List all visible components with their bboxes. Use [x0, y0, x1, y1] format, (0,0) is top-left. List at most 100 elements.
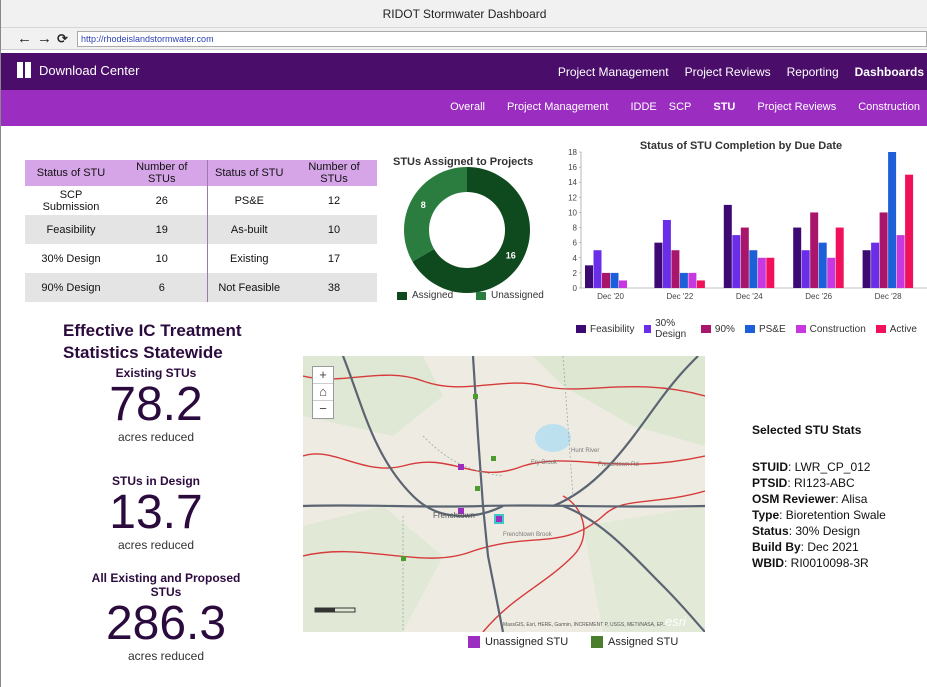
- forward-icon[interactable]: →: [37, 30, 52, 48]
- effective-title-line2: Statistics Statewide: [63, 343, 223, 362]
- field-value: : RI123-ABC: [787, 476, 855, 490]
- legend-item-30-design[interactable]: 30% Design: [644, 318, 690, 340]
- selected-field-osm-reviewer: OSM Reviewer: Alisa: [752, 491, 886, 507]
- legend-item-construction[interactable]: Construction: [795, 318, 866, 340]
- assigned-swatch: [397, 291, 407, 300]
- table-cell: Existing: [206, 244, 291, 273]
- legend-label: 30% Design: [655, 318, 687, 340]
- donut-data-label: 16: [506, 250, 516, 260]
- field-key: PTSID: [752, 476, 788, 490]
- tab-idde[interactable]: IDDE: [630, 101, 656, 113]
- stu-map[interactable]: Frenchtown Fry Brook Hunt River Frenchto…: [303, 356, 705, 632]
- nav-project-reviews[interactable]: Project Reviews: [685, 65, 771, 79]
- bar-active[interactable]: [905, 174, 914, 288]
- bar-90-[interactable]: [879, 212, 888, 288]
- bar-active[interactable]: [696, 280, 705, 288]
- nav-dashboards[interactable]: Dashboards: [855, 65, 924, 79]
- bar-90-[interactable]: [740, 227, 749, 288]
- table-cell: 6: [117, 273, 207, 302]
- bar-ps-e[interactable]: [818, 242, 827, 288]
- stat-label: All Existing and Proposed STUs: [91, 571, 241, 599]
- donut-chart: 16 8: [404, 167, 530, 293]
- bar-active[interactable]: [766, 257, 775, 288]
- tab-project-reviews[interactable]: Project Reviews: [757, 101, 836, 113]
- zoom-out-button[interactable]: −: [313, 401, 333, 418]
- stat-value: 13.7: [109, 486, 203, 539]
- map-basemap: Frenchtown Fry Brook Hunt River Frenchto…: [303, 356, 705, 632]
- y-tick-label: 4: [573, 254, 578, 263]
- bar-construction[interactable]: [688, 272, 697, 288]
- stat-design: STUs in Design 13.7 acres reduced: [61, 474, 251, 552]
- legend-label: Assigned STU: [608, 636, 679, 648]
- bar-construction[interactable]: [757, 257, 766, 288]
- table-cell: Feasibility: [25, 215, 117, 244]
- bar-30-design[interactable]: [662, 220, 671, 288]
- field-key: Type: [752, 508, 780, 522]
- bar-ps-e[interactable]: [749, 250, 758, 288]
- effective-title-line1: Effective IC Treatment: [63, 321, 242, 340]
- legend-item-active[interactable]: Active: [875, 318, 917, 340]
- field-key: Build By: [752, 540, 801, 554]
- bar-30-design[interactable]: [871, 242, 880, 288]
- bar-30-design[interactable]: [732, 235, 741, 288]
- tab-project-management[interactable]: Project Management: [507, 101, 609, 113]
- bar-ps-e[interactable]: [888, 152, 897, 288]
- download-center-link[interactable]: Download Center: [17, 62, 139, 78]
- x-tick-label: Dec '28: [875, 292, 902, 301]
- tab-scp[interactable]: SCP: [669, 101, 692, 113]
- bar-ps-e[interactable]: [679, 272, 688, 288]
- back-icon[interactable]: ←: [17, 30, 32, 48]
- home-icon[interactable]: ⌂: [313, 384, 333, 401]
- map-label-frenchtown-brook: Frenchtown Brook: [503, 532, 553, 538]
- table-row: SCP Submission 26 PS&E 12: [25, 186, 377, 215]
- map-legend-unassigned: Unassigned STU: [468, 636, 568, 648]
- table-cell: 38: [291, 273, 377, 302]
- bar-90-[interactable]: [602, 272, 610, 288]
- nav-project-management[interactable]: Project Management: [558, 65, 669, 79]
- bar-90-[interactable]: [671, 250, 680, 288]
- field-value: : RI0010098-3R: [784, 556, 869, 570]
- bar-feasibility[interactable]: [793, 227, 802, 288]
- donut-slice-unassigned[interactable]: [404, 167, 467, 262]
- effective-ic-title: Effective IC Treatment Statistics Statew…: [63, 320, 242, 364]
- zoom-in-button[interactable]: +: [313, 367, 333, 384]
- table-cell: 10: [291, 215, 377, 244]
- legend-item-ps-e[interactable]: PS&E: [744, 318, 786, 340]
- tab-overall[interactable]: Overall: [450, 101, 485, 113]
- bar-construction[interactable]: [619, 280, 627, 288]
- tab-construction[interactable]: Construction: [858, 101, 920, 113]
- bar-90-[interactable]: [810, 212, 819, 288]
- y-tick-label: 10: [568, 208, 577, 217]
- bar-feasibility[interactable]: [585, 265, 593, 288]
- bar-construction[interactable]: [896, 235, 905, 288]
- bar-30-design[interactable]: [801, 250, 810, 288]
- field-value: : 30% Design: [788, 524, 861, 538]
- table-header: Status of STU: [206, 160, 291, 186]
- field-value: : Bioretention Swale: [779, 508, 886, 522]
- table-header: Number of STUs: [117, 160, 207, 186]
- legend-swatch: [644, 325, 652, 333]
- legend-item-feasibility[interactable]: Feasibility: [576, 318, 634, 340]
- selected-stu-title: Selected STU Stats: [752, 423, 862, 437]
- tab-stu[interactable]: STU: [713, 101, 735, 113]
- sub-navbar: Overall Project Management IDDE SCP STU …: [1, 90, 927, 126]
- bar-feasibility[interactable]: [862, 250, 871, 288]
- reload-icon[interactable]: ⟳: [57, 30, 68, 48]
- bar-active[interactable]: [835, 227, 844, 288]
- y-tick-label: 14: [568, 178, 577, 187]
- bar-30-design[interactable]: [593, 250, 602, 288]
- stat-all: All Existing and Proposed STUs 286.3 acr…: [81, 571, 251, 663]
- legend-label: Feasibility: [590, 323, 635, 335]
- bar-feasibility[interactable]: [654, 242, 663, 288]
- y-tick-label: 2: [573, 269, 578, 278]
- stat-value: 286.3: [105, 597, 227, 650]
- bar-ps-e[interactable]: [610, 272, 619, 288]
- bar-construction[interactable]: [827, 257, 836, 288]
- bar-feasibility[interactable]: [723, 204, 732, 288]
- stat-existing: Existing STUs 78.2 acres reduced: [61, 366, 251, 444]
- legend-item-90-[interactable]: 90%: [700, 318, 735, 340]
- y-tick-label: 18: [568, 148, 577, 157]
- url-input[interactable]: http://rhodeislandstormwater.com: [77, 31, 927, 47]
- nav-reporting[interactable]: Reporting: [787, 65, 839, 79]
- map-label-hunt-river: Hunt River: [571, 448, 599, 454]
